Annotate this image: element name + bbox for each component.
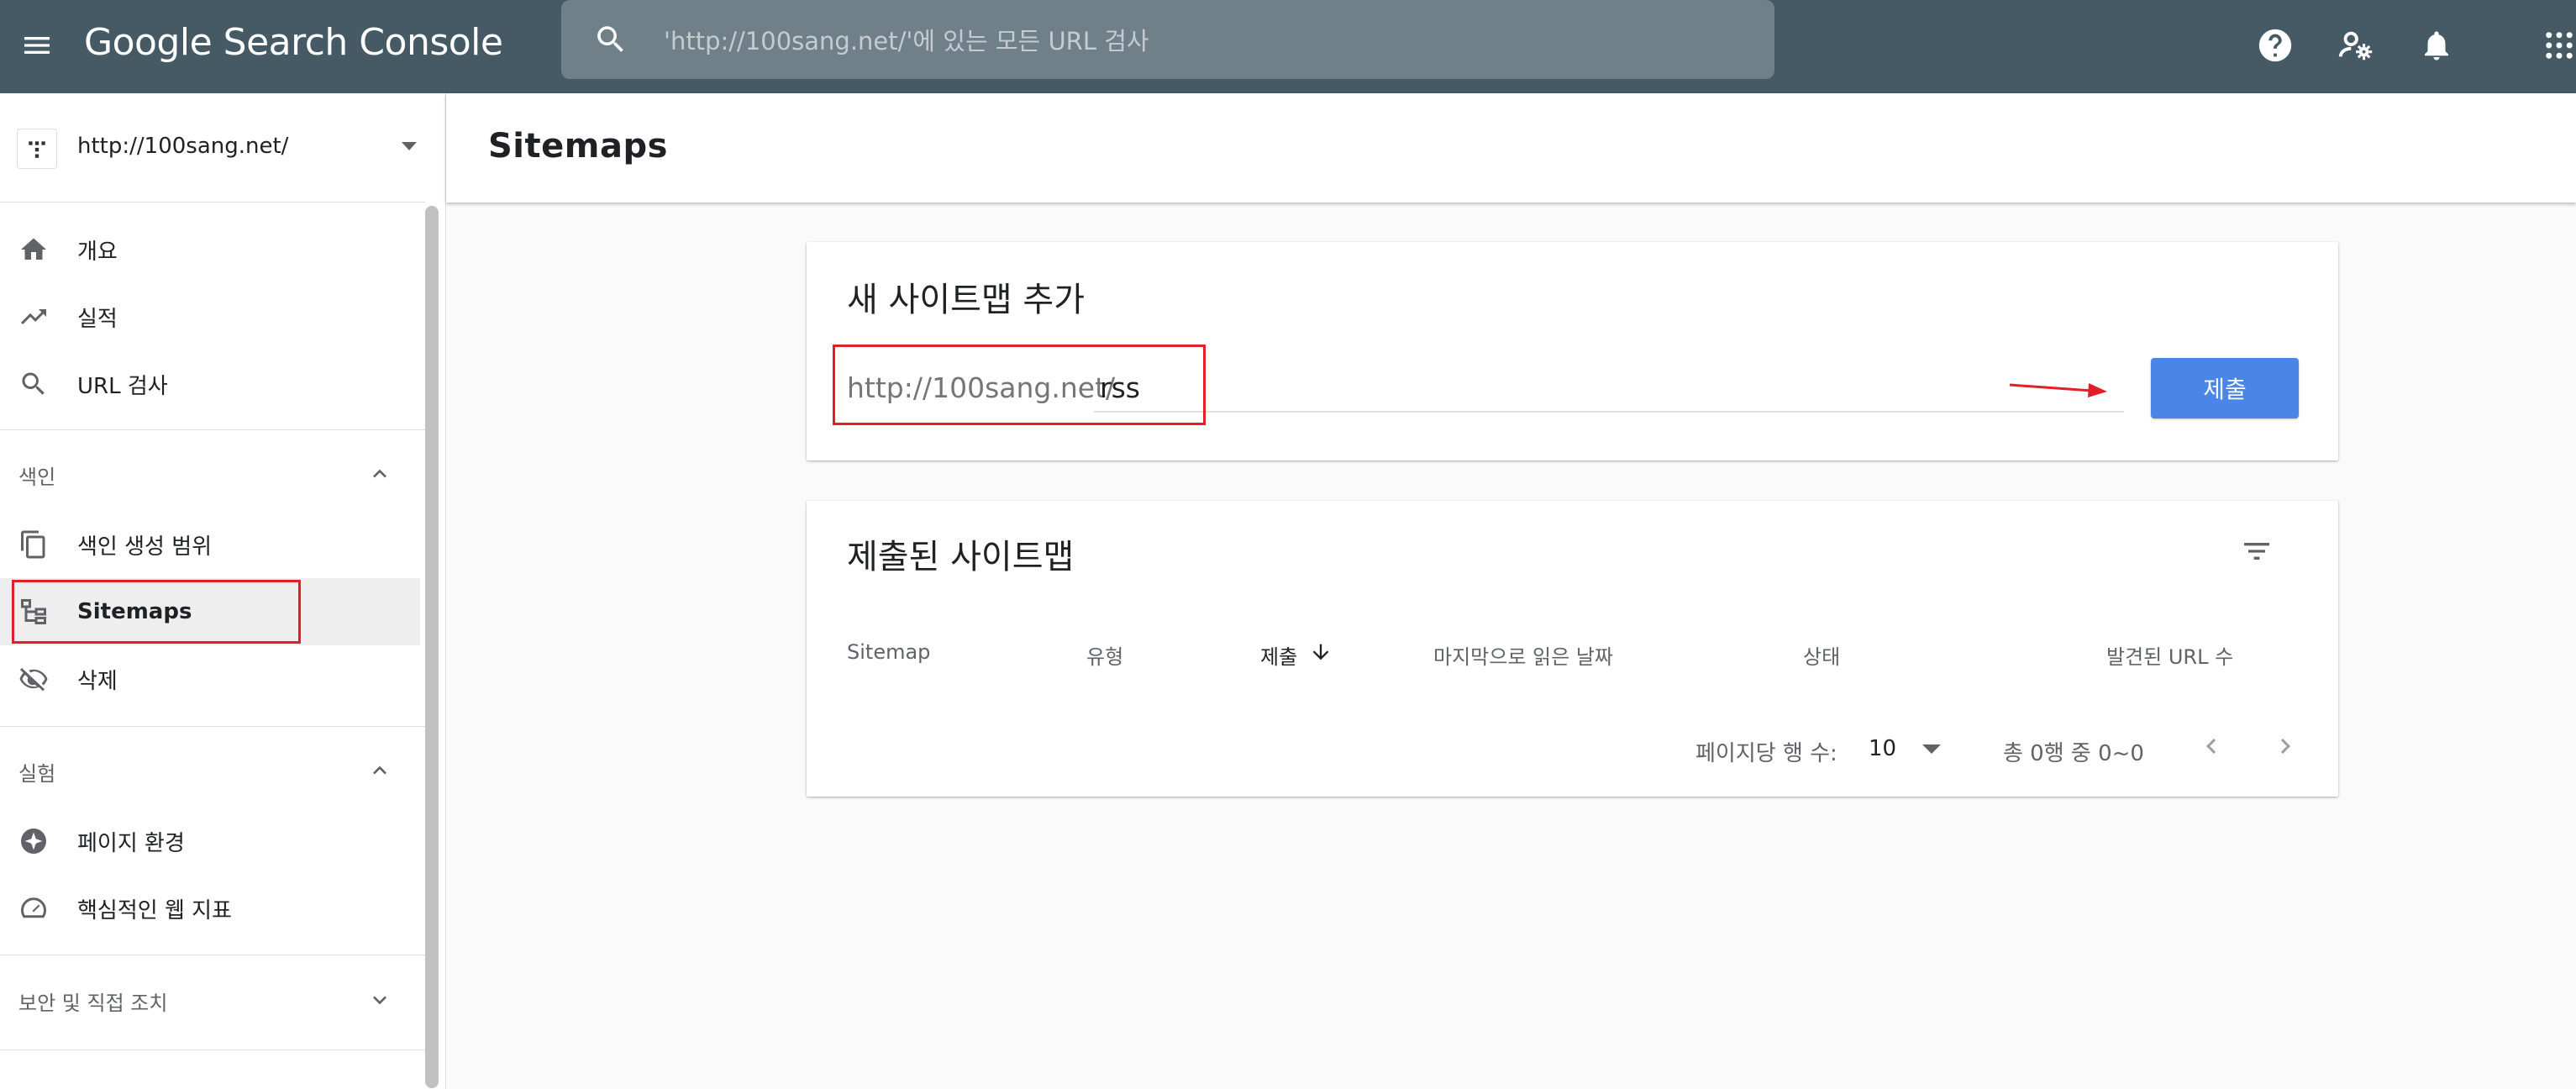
experience-icon [17,824,50,858]
section-experience-header[interactable]: 실험 [0,745,425,796]
sidebar-item-label: 실적 [77,306,118,332]
url-search-bar[interactable]: 'http://100sang.net/'에 있는 모든 URL 검사 [561,0,1774,79]
arrow-down-icon[interactable] [1309,640,1333,664]
card-title: 제출된 사이트맵 [847,538,1075,576]
app-bar: Google Search Console 'http://100sang.ne… [0,0,2576,93]
sidebar-scrollbar[interactable] [425,206,439,1088]
dropdown-caret-icon[interactable] [402,142,417,150]
speed-icon [17,892,50,925]
submit-button[interactable]: 제출 [2151,358,2299,418]
sidebar-item-label: 핵심적인 웹 지표 [77,897,232,923]
section-title: 색인 [18,466,56,489]
page-title: Sitemaps [488,127,668,166]
chevron-down-icon[interactable] [1922,744,1941,754]
section-title: 보안 및 직접 조치 [18,992,168,1015]
section-security-header[interactable]: 보안 및 직접 조치 [0,975,425,1025]
sidebar-item-removals[interactable]: 삭제 [0,645,420,713]
sidebar-item-coverage[interactable]: 색인 생성 범위 [0,511,420,578]
search-placeholder: 'http://100sang.net/'에 있는 모든 URL 검사 [664,27,1149,55]
section-index-header[interactable]: 색인 [0,449,425,499]
property-selector[interactable]: http://100sang.net/ [0,93,425,203]
sidebar-item-label: URL 검사 [77,373,168,399]
sidebar-item-label: 페이지 환경 [77,830,185,856]
eye-off-icon [17,662,50,696]
column-header-sitemap[interactable]: Sitemap [847,640,930,664]
pagination-range: 총 0행 중 0~0 [2003,741,2144,766]
sidebar-item-performance[interactable]: 실적 [0,283,420,350]
help-icon[interactable] [2250,20,2300,71]
apps-grid-icon[interactable] [2534,20,2576,71]
column-header-type[interactable]: 유형 [1086,640,1123,670]
rows-per-page-select[interactable]: 10 [1869,736,1896,761]
chevron-left-icon[interactable] [2196,731,2226,761]
page-header: Sitemaps [446,93,2576,203]
chevron-up-icon [373,469,386,478]
notifications-icon[interactable] [2411,20,2462,71]
chevron-up-icon [373,765,386,775]
column-header-submitted[interactable]: 제출 [1260,640,1297,670]
manage-users-icon[interactable] [2331,20,2381,71]
column-header-status[interactable]: 상태 [1803,640,1840,670]
sidebar-item-page-experience[interactable]: 페이지 환경 [0,808,420,875]
app-logo[interactable]: Google Search Console [84,17,503,67]
sidebar-item-label: 개요 [77,239,118,265]
sidebar-item-core-web-vitals[interactable]: 핵심적인 웹 지표 [0,875,420,942]
card-title: 새 사이트맵 추가 [847,281,1086,319]
sidebar-item-overview[interactable]: 개요 [0,216,420,283]
search-icon [17,367,50,401]
annotation-highlight-box [12,580,301,644]
search-icon [591,20,630,59]
property-url: http://100sang.net/ [77,134,289,159]
home-icon [17,233,50,266]
chevron-right-icon[interactable] [2270,731,2300,761]
filter-icon[interactable] [2240,534,2274,568]
annotation-highlight-box [833,345,1206,425]
sidebar-divider [0,726,425,727]
menu-icon[interactable] [15,24,59,67]
copy-icon [17,528,50,561]
trending-up-icon [17,300,50,334]
input-underline [1094,411,2124,413]
sidebar-divider [0,429,425,430]
sidebar-item-url-inspection[interactable]: URL 검사 [0,350,420,418]
section-title: 실험 [18,762,56,786]
chevron-down-icon [373,996,386,1005]
sidebar-item-label: 삭제 [77,668,118,694]
sidebar-item-label: 색인 생성 범위 [77,534,213,560]
column-header-discovered-urls[interactable]: 발견된 URL 수 [2106,640,2233,670]
rows-per-page-label: 페이지당 행 수: [1695,741,1837,766]
annotation-arrow-icon [2009,383,2107,397]
column-header-last-read[interactable]: 마지막으로 읽은 날짜 [1433,640,1613,670]
property-favicon [17,129,57,169]
